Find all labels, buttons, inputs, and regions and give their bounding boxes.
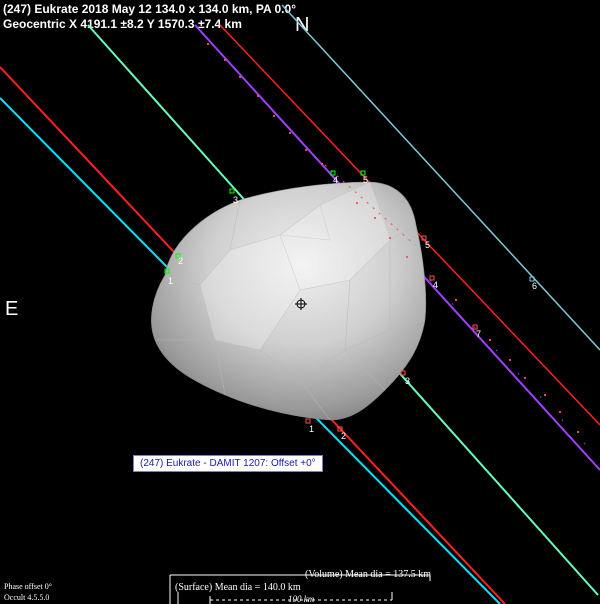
timing-dot: [223, 58, 227, 62]
software-version: Occult 4.5.5.0: [4, 593, 50, 602]
chord-label: 2: [178, 256, 183, 266]
chord-label: 7: [476, 329, 481, 339]
timing-dot: [405, 255, 409, 259]
timing-dot: [488, 338, 492, 342]
chord-label: 5: [425, 240, 430, 250]
timing-dot: [320, 162, 324, 166]
timing-dot: [454, 298, 458, 302]
timing-dot: [558, 410, 562, 414]
timing-dot: [576, 430, 580, 434]
chord-label: 4: [333, 175, 338, 185]
timing-dot: [355, 201, 359, 205]
timing-dot: [256, 94, 260, 98]
timing-dot: [206, 42, 210, 46]
timing-dot: [288, 131, 292, 135]
chord-label: 6: [532, 281, 537, 291]
chord-line-7: [429, 279, 600, 461]
surface-diameter: (Surface) Mean dia = 140.0 km: [175, 582, 301, 593]
chord-label: 3: [233, 195, 238, 205]
chord-label: 3: [405, 376, 410, 386]
timing-dot: [388, 236, 392, 240]
chord-label: 5: [363, 175, 368, 185]
timing-dot: [304, 148, 308, 152]
chord-marker: [229, 188, 235, 194]
timing-dot: [508, 358, 512, 362]
chord-label: 2: [341, 431, 346, 441]
chord-label: 1: [309, 424, 314, 434]
chord-label: 1: [168, 276, 173, 286]
timing-dot: [543, 393, 547, 397]
timing-dot: [523, 376, 527, 380]
chord-marker: [305, 418, 311, 424]
timing-dot: [238, 75, 242, 79]
shape-model-label: (247) Eukrate - DAMIT 1207: Offset +0°: [133, 455, 323, 472]
asteroid-shape-model: [151, 181, 427, 421]
occultation-diagram: 1234 55476312: [0, 4, 600, 604]
phase-offset: Phase offset 0°: [4, 582, 52, 591]
timing-dot: [272, 114, 276, 118]
timing-dot: [373, 216, 377, 220]
chord-label: 4: [433, 280, 438, 290]
volume-diameter: (Volume) Mean dia = 137.5 km: [305, 569, 431, 580]
scale-label: 100 km: [288, 594, 315, 604]
